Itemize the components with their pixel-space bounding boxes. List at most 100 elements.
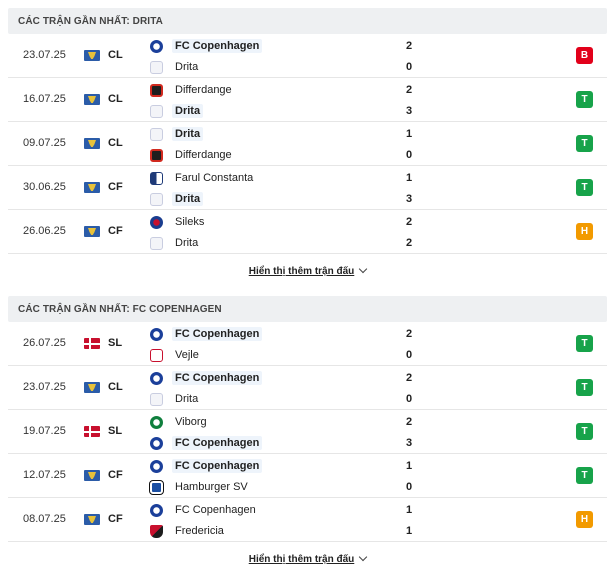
show-more-label: Hiển thị thêm trận đấu [248,553,355,565]
match-row[interactable]: 26.07.25 SL FC Copenhagen Vejle 2 0 T [8,322,607,366]
match-date: 19.07.25 [23,425,66,437]
home-team[interactable]: Sileks [150,212,207,232]
drita-logo-icon [150,192,163,206]
away-team[interactable]: Vejle [150,345,202,365]
result-badge: T [576,91,593,108]
drita-logo-icon [150,236,163,250]
result-badge: B [576,47,593,64]
match-date: 23.07.25 [23,49,66,61]
home-team-name: FC Copenhagen [172,371,263,385]
home-score: 2 [405,416,413,428]
home-team[interactable]: FC Copenhagen [150,368,263,388]
home-team[interactable]: Differdange [150,80,235,100]
match-row[interactable]: 23.07.25 CL FC Copenhagen Drita 2 0 T [8,366,607,410]
away-team-name: Vejle [175,349,199,361]
away-score: 0 [405,149,413,161]
competition-flag-icon [84,94,100,105]
show-more-link[interactable]: Hiển thị thêm trận đấu [8,542,607,576]
away-team[interactable]: Drita [150,101,204,121]
home-team[interactable]: Farul Constanta [150,168,256,188]
away-team[interactable]: Fredericia [150,521,227,541]
competition-code: SL [108,337,123,349]
away-team[interactable]: FC Copenhagen [150,433,263,453]
home-team[interactable]: FC Copenhagen [150,500,259,520]
competition-code: SL [108,425,123,437]
away-team[interactable]: Drita [150,57,201,77]
home-score: 1 [405,460,413,472]
away-score: 2 [405,237,413,249]
result-badge: H [576,511,593,528]
match-row[interactable]: 23.07.25 CL FC Copenhagen Drita 2 0 B [8,34,607,78]
competition-code: CF [108,513,123,525]
denmark-flag-icon [84,426,100,437]
denmark-flag-icon [84,338,100,349]
competition-code: CL [108,137,123,149]
result-badge: T [576,423,593,440]
competition-code: CF [108,181,123,193]
home-score: 2 [405,216,413,228]
drita-logo-icon [150,392,163,406]
competition-flag-icon [84,226,100,237]
fred-logo-icon [150,524,163,538]
competition-code: CL [108,49,123,61]
match-row[interactable]: 12.07.25 CF FC Copenhagen Hamburger SV 1 0 T [8,454,607,498]
away-team[interactable]: Drita [150,389,201,409]
drita-logo-icon [150,60,163,74]
competition-flag-icon [84,514,100,525]
fck-logo-icon [150,459,163,473]
result-badge: T [576,179,593,196]
away-team-name: Drita [175,393,199,405]
home-score: 2 [405,372,413,384]
competition-code: CL [108,93,123,105]
away-team-name: Drita [175,237,199,249]
match-row[interactable]: 30.06.25 CF Farul Constanta Drita 1 3 T [8,166,607,210]
away-team[interactable]: Differdange [150,145,235,165]
hsv-logo-icon [149,479,164,495]
result-badge: T [576,379,593,396]
show-more-label: Hiển thị thêm trận đấu [248,265,355,277]
result-badge: T [576,135,593,152]
away-score: 1 [405,525,413,537]
vejle-logo-icon [150,348,163,362]
home-team[interactable]: FC Copenhagen [150,36,263,56]
match-list: 23.07.25 CL FC Copenhagen Drita 2 0 B 16.07.25 C… [8,34,607,254]
competition-code: CF [108,225,123,237]
match-date: 08.07.25 [23,513,66,525]
home-team[interactable]: FC Copenhagen [150,324,263,344]
diff-logo-icon [150,148,163,162]
home-score: 2 [405,40,413,52]
home-score: 1 [405,128,413,140]
fck-logo-icon [150,436,163,450]
away-score: 0 [405,349,413,361]
home-team-name: FC Copenhagen [172,327,263,341]
result-badge: T [576,467,593,484]
competition-code: CL [108,381,123,393]
home-team[interactable]: Viborg [150,412,210,432]
home-team-name: Viborg [175,416,207,428]
home-team[interactable]: FC Copenhagen [150,456,263,476]
match-row[interactable]: 26.06.25 CF Sileks Drita 2 2 H [8,210,607,254]
match-row[interactable]: 16.07.25 CL Differdange Drita 2 3 T [8,78,607,122]
away-team[interactable]: Hamburger SV [149,477,251,497]
match-date: 23.07.25 [23,381,66,393]
home-team-name: FC Copenhagen [172,39,263,53]
away-team[interactable]: Drita [150,189,204,209]
chevron-down-icon [359,264,368,274]
drita-logo-icon [150,127,163,141]
away-score: 0 [405,61,413,73]
home-team[interactable]: Drita [150,124,204,144]
show-more-link[interactable]: Hiển thị thêm trận đấu [8,254,607,288]
home-score: 2 [405,84,413,96]
match-row[interactable]: 19.07.25 SL Viborg FC Copenhagen 2 3 T [8,410,607,454]
away-score: 3 [405,437,413,449]
home-score: 1 [405,172,413,184]
match-row[interactable]: 08.07.25 CF FC Copenhagen Fredericia 1 1 H [8,498,607,542]
fck-logo-icon [150,371,163,385]
competition-flag-icon [84,382,100,393]
home-score: 1 [405,504,413,516]
away-team[interactable]: Drita [150,233,201,253]
home-team-name: Drita [172,127,204,141]
competition-flag-icon [84,138,100,149]
match-row[interactable]: 09.07.25 CL Drita Differdange 1 0 T [8,122,607,166]
away-score: 0 [405,393,413,405]
